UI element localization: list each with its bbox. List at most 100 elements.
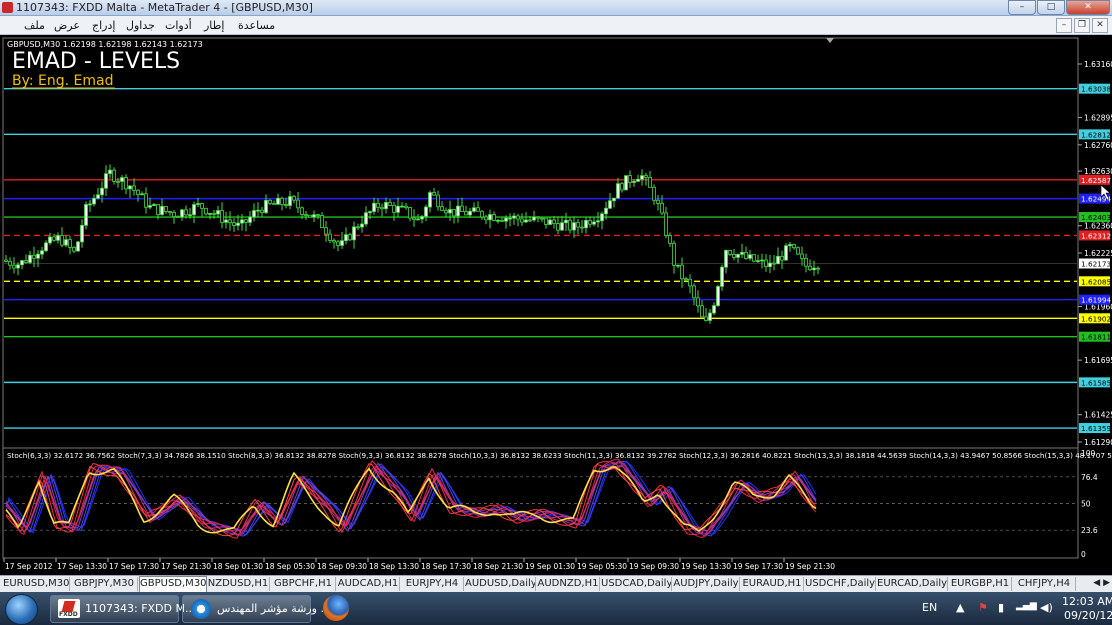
- candle-body: [424, 206, 428, 217]
- chart-tab[interactable]: AUDNZD,H1: [537, 577, 600, 591]
- candle-body: [176, 216, 180, 219]
- candle-body: [664, 212, 668, 236]
- window-title: 1107343: FXDD Malta - MetaTrader 4 - [GB…: [16, 1, 313, 14]
- menu-charts[interactable]: جداول: [126, 19, 155, 32]
- candle-body: [96, 194, 100, 199]
- candle-body: [536, 216, 540, 219]
- candle-body: [376, 202, 380, 208]
- level-price-text: 1.61994: [1081, 296, 1112, 305]
- chart-tab[interactable]: USDCHF,Daily: [805, 577, 876, 591]
- candle-body: [516, 215, 520, 220]
- candle-body: [76, 241, 80, 252]
- candle-body: [328, 233, 332, 241]
- chart-tab[interactable]: AUDCAD,H1: [337, 577, 400, 591]
- firefox-icon[interactable]: [323, 595, 349, 621]
- flag-icon[interactable]: ⚑: [978, 601, 988, 614]
- candle-body: [220, 210, 224, 223]
- candle-body: [648, 177, 652, 188]
- taskbar-browser-button[interactable]: ورشة مؤشر المهندس ...: [182, 595, 331, 623]
- minimize-button[interactable]: –: [1008, 0, 1036, 15]
- chart-tab[interactable]: EURUSD,M30: [3, 577, 70, 591]
- time-tick-label: 17 Sep 2012: [5, 562, 53, 571]
- menu-insert[interactable]: إدراج: [92, 19, 115, 32]
- start-button-icon[interactable]: [5, 594, 38, 625]
- chart-tab[interactable]: EURAUD,H1: [741, 577, 804, 591]
- candle-body: [252, 210, 256, 218]
- volume-icon[interactable]: ◀): [1040, 601, 1053, 614]
- candle-body: [588, 220, 592, 225]
- maximize-button[interactable]: □: [1037, 0, 1065, 15]
- candle-body: [448, 209, 452, 214]
- chart-tab[interactable]: USDCAD,Daily: [601, 577, 672, 591]
- price-tick-label: 1.62630: [1084, 167, 1112, 176]
- candle-body: [684, 278, 688, 281]
- candle-body: [460, 205, 464, 212]
- price-tick-label: 1.62225: [1084, 249, 1112, 258]
- stoch-level-label: 50: [1081, 500, 1091, 509]
- mdi-close-button[interactable]: ✕: [1092, 18, 1108, 33]
- chart-tab[interactable]: EURGBP,H1: [949, 577, 1012, 591]
- candle-body: [384, 202, 388, 210]
- time-tick-label: 18 Sep 17:30: [421, 562, 471, 571]
- candle-body: [148, 205, 152, 208]
- chart-tab[interactable]: EURJPY,H4: [401, 577, 464, 591]
- signal-icon[interactable]: ▂▄▆: [1016, 601, 1037, 611]
- candle-body: [236, 222, 240, 226]
- candle-body: [204, 207, 208, 215]
- language-indicator[interactable]: EN: [922, 601, 937, 614]
- chart-tab[interactable]: GBPUSD,M30: [139, 576, 207, 593]
- chart-tab[interactable]: CHFJPY,H4: [1013, 577, 1076, 591]
- battery-icon[interactable]: ▮: [998, 601, 1004, 614]
- candle-body: [276, 197, 280, 205]
- chart-tab[interactable]: NZDUSD,H1: [207, 577, 270, 591]
- chart-tab[interactable]: GBPCHF,H1: [271, 577, 336, 591]
- menu-file[interactable]: ملف: [24, 19, 45, 32]
- candle-body: [732, 253, 736, 258]
- menu-help[interactable]: مساعدة: [238, 19, 275, 32]
- chart-tab[interactable]: AUDUSD,Daily: [465, 577, 536, 591]
- candle-body: [532, 216, 536, 221]
- candle-body: [280, 197, 284, 205]
- price-chart[interactable]: 1.63160 1.62895 1.62760 1.62630 1.62360 1.622…: [0, 35, 1112, 575]
- tray-arrow-icon[interactable]: ▲: [956, 601, 964, 614]
- menu-view[interactable]: عرض: [54, 19, 80, 32]
- indicator-title: EMAD - LEVELS: [12, 49, 180, 74]
- candle-body: [484, 216, 488, 221]
- chart-tab[interactable]: GBPJPY,M30: [71, 577, 138, 591]
- candle-body: [712, 305, 716, 314]
- chart-window[interactable]: 1.63160 1.62895 1.62760 1.62630 1.62360 1.622…: [0, 35, 1112, 575]
- time-tick-label: 18 Sep 05:30: [265, 562, 315, 571]
- menu-tools[interactable]: أدوات: [165, 19, 192, 32]
- candle-body: [616, 183, 620, 199]
- candle-body: [400, 205, 404, 208]
- candle-body: [440, 206, 444, 211]
- candle-body: [720, 266, 724, 287]
- candle-body: [168, 211, 172, 213]
- chart-tab[interactable]: EURCAD,Daily: [877, 577, 948, 591]
- candle-body: [360, 223, 364, 228]
- level-price-text: 1.61585: [1081, 378, 1111, 387]
- candle-body: [388, 202, 392, 206]
- candle-body: [224, 219, 228, 223]
- price-tick-label: 1.61290: [1084, 438, 1112, 447]
- candle-body: [672, 242, 676, 266]
- candle-body: [660, 202, 664, 214]
- candle-body: [708, 312, 712, 321]
- tab-scroll-arrows-icon[interactable]: ◀ ▶: [1093, 578, 1110, 588]
- chart-tab[interactable]: AUDJPY,Daily: [673, 577, 740, 591]
- candle-body: [744, 252, 748, 259]
- menu-window[interactable]: إطار: [204, 19, 224, 32]
- candle-body: [404, 205, 408, 208]
- clock-date[interactable]: 09/20/12: [1064, 609, 1112, 622]
- candle-body: [304, 214, 308, 216]
- candle-body: [520, 218, 524, 223]
- candle-body: [392, 204, 396, 213]
- mdi-restore-button[interactable]: ❐: [1074, 18, 1090, 33]
- candle-body: [20, 260, 24, 266]
- clock-time[interactable]: 12:03 AM: [1062, 595, 1112, 608]
- taskbar-metatrader-button[interactable]: FXDD 1107343: FXDD M...: [50, 595, 195, 623]
- mdi-minimize-button[interactable]: –: [1056, 18, 1072, 33]
- candle-body: [116, 180, 120, 183]
- time-tick-label: 19 Sep 13:30: [681, 562, 731, 571]
- close-button[interactable]: ✕: [1066, 0, 1110, 15]
